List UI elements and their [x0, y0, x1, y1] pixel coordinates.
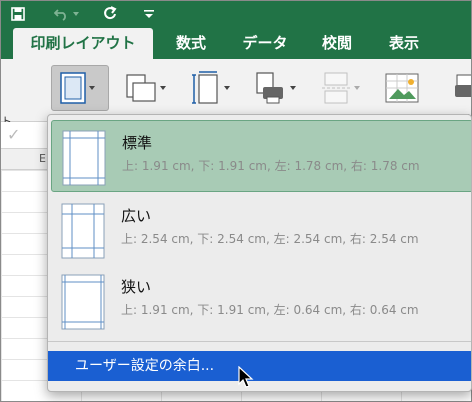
tab-page-layout[interactable]: 印刷レイアウト — [13, 28, 153, 59]
print-area-button[interactable] — [249, 65, 309, 111]
print-area-dropdown-icon — [290, 86, 296, 90]
breaks-dropdown-icon — [354, 86, 360, 90]
custom-margins-menu-item[interactable]: ユーザー設定の余白... — [48, 351, 471, 381]
mouse-pointer-icon — [238, 366, 254, 388]
orientation-icon — [126, 74, 156, 102]
tab-view[interactable]: 表示 — [382, 28, 426, 59]
save-icon[interactable] — [9, 5, 27, 23]
ribbon-tabs: 印刷レイアウト 数式 データ 校閲 表示 — [1, 28, 471, 59]
margin-option-title: 狭い — [121, 278, 152, 296]
margin-option-title: 広い — [121, 207, 152, 225]
margin-option-description: 上: 1.91 cm, 下: 1.91 cm, 左: 1.78 cm, 右: 1… — [122, 159, 420, 173]
wide-margins-icon — [61, 203, 105, 259]
customize-toolbar-icon[interactable] — [142, 5, 156, 23]
menu-separator — [48, 341, 471, 342]
normal-margins-icon — [62, 130, 106, 186]
margins-button[interactable] — [51, 65, 109, 111]
background-image-icon — [385, 73, 419, 103]
orientation-dropdown-icon — [160, 86, 166, 90]
breaks-icon — [322, 72, 350, 104]
ribbon: ト 刊 — [1, 59, 471, 128]
size-icon — [192, 71, 218, 104]
print-titles-button[interactable] — [451, 65, 471, 111]
margin-option-description: 上: 1.91 cm, 下: 1.91 cm, 左: 0.64 cm, 右: 0… — [121, 303, 419, 317]
size-button[interactable] — [187, 65, 243, 111]
confirm-check-icon[interactable]: ✓ — [7, 125, 20, 144]
title-bar — [1, 1, 471, 28]
breaks-button[interactable] — [317, 65, 371, 111]
size-dropdown-icon — [224, 86, 230, 90]
margins-dropdown-icon — [89, 86, 95, 90]
margin-option-normal[interactable]: 標準 上: 1.91 cm, 下: 1.91 cm, 左: 1.78 cm, 右… — [51, 120, 471, 192]
undo-dropdown-icon[interactable] — [71, 5, 81, 23]
margins-dropdown-menu: 標準 上: 1.91 cm, 下: 1.91 cm, 左: 1.78 cm, 右… — [47, 114, 472, 392]
orientation-button[interactable] — [121, 65, 177, 111]
column-letter: E — [39, 152, 46, 165]
background-button[interactable] — [381, 65, 427, 111]
narrow-margins-icon — [61, 274, 105, 330]
margin-option-title: 標準 — [122, 134, 153, 152]
undo-icon[interactable] — [51, 5, 73, 23]
tab-data[interactable]: データ — [237, 28, 293, 59]
printer-icon — [455, 74, 471, 97]
margins-icon — [60, 72, 86, 104]
margin-option-description: 上: 2.54 cm, 下: 2.54 cm, 左: 2.54 cm, 右: 2… — [121, 232, 419, 246]
margin-option-narrow[interactable]: 狭い 上: 1.91 cm, 下: 1.91 cm, 左: 0.64 cm, 右… — [51, 265, 471, 337]
redo-icon[interactable] — [100, 5, 120, 23]
tab-review[interactable]: 校閲 — [315, 28, 359, 59]
tab-formulas[interactable]: 数式 — [167, 28, 215, 59]
margin-option-wide[interactable]: 広い 上: 2.54 cm, 下: 2.54 cm, 左: 2.54 cm, 右… — [51, 194, 471, 266]
print-area-icon — [256, 72, 283, 104]
